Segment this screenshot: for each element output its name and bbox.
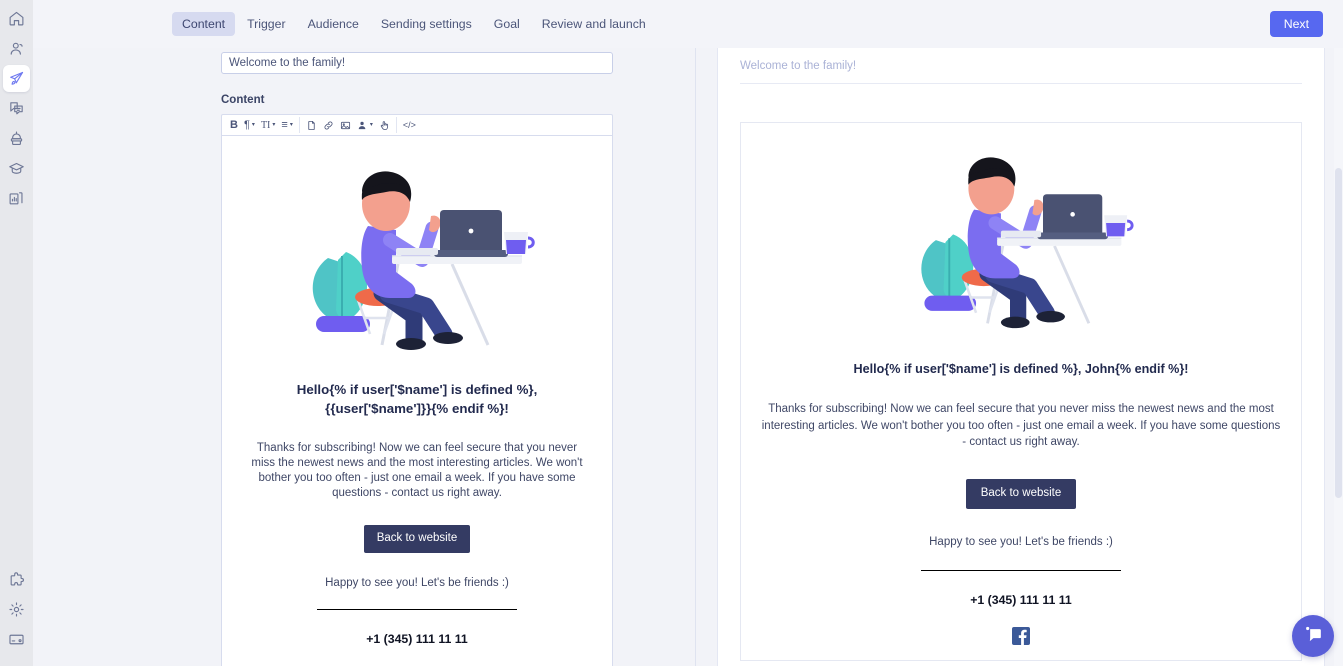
sidebar-item-home[interactable] xyxy=(3,5,30,32)
toolbar-divider-1 xyxy=(298,117,300,133)
tab-sending-settings[interactable]: Sending settings xyxy=(371,12,482,37)
app-root: Content Trigger Audience Sending setting… xyxy=(0,0,1343,666)
email-content-canvas[interactable]: Hello{% if user['$name'] is defined %}, … xyxy=(221,136,613,666)
preview-heading: Hello{% if user['$name'] is defined %}, … xyxy=(853,362,1189,376)
insert-template-button[interactable] xyxy=(303,116,320,134)
merge-tag-menu[interactable]: ▾ xyxy=(354,116,376,134)
home-icon xyxy=(8,10,25,27)
person-working-at-desk-illustration xyxy=(244,148,590,353)
toolbar-insert-group: ▾ xyxy=(303,116,393,134)
preview-subject-line: Welcome to the family! xyxy=(740,48,1302,84)
tab-audience[interactable]: Audience xyxy=(298,12,369,37)
contacts-icon xyxy=(8,40,25,57)
tab-goal[interactable]: Goal xyxy=(484,12,530,37)
email-cta-button[interactable]: Back to website xyxy=(363,525,471,554)
next-button[interactable]: Next xyxy=(1269,10,1323,38)
person-working-at-desk-illustration xyxy=(761,135,1281,331)
email-phone: +1 (345) 111 11 11 xyxy=(366,632,468,647)
campaigns-icon xyxy=(8,70,25,87)
tab-review-and-launch[interactable]: Review and launch xyxy=(532,12,656,37)
sidebar-item-chats[interactable] xyxy=(3,95,30,122)
top-bar: Content Trigger Audience Sending setting… xyxy=(33,0,1343,48)
sidebar-item-billing[interactable] xyxy=(3,626,30,653)
email-signature: Happy to see you! Let's be friends :) xyxy=(325,577,509,590)
insert-button-button[interactable] xyxy=(376,116,393,134)
email-body-text: Thanks for subscribing! Now we can feel … xyxy=(251,441,583,500)
sidebar-item-integrations[interactable] xyxy=(3,566,30,593)
rich-text-toolbar: B ¶ ▾ TI ▾ ≡ ▾ ▾ </> xyxy=(221,114,613,136)
sidebar-item-popups[interactable] xyxy=(3,125,30,152)
paragraph-format-menu[interactable]: ¶ ▾ xyxy=(241,116,258,134)
preview-divider xyxy=(921,569,1121,571)
left-icon-rail xyxy=(0,0,33,666)
tab-content[interactable]: Content xyxy=(172,11,236,37)
preview-cta-button: Back to website xyxy=(965,478,1077,509)
sidebar-item-education[interactable] xyxy=(3,155,30,182)
editor-preview-split: Content B ¶▾ TI▾ ≡▾ xyxy=(33,48,1343,666)
chats-icon xyxy=(8,100,25,117)
wizard-tabs: Content Trigger Audience Sending setting… xyxy=(172,11,656,37)
facebook-icon xyxy=(1012,626,1030,645)
align-menu[interactable]: ≡ ▾ xyxy=(278,116,295,134)
reports-icon xyxy=(8,190,25,207)
sidebar-item-campaigns[interactable] xyxy=(3,64,30,92)
email-divider xyxy=(317,609,517,611)
text-style-menu[interactable]: TI ▾ xyxy=(258,116,278,134)
tab-trigger[interactable]: Trigger xyxy=(237,12,296,37)
chat-bubble-icon xyxy=(1303,624,1323,649)
rail-bottom-group xyxy=(3,564,30,666)
subject-input[interactable] xyxy=(221,52,613,74)
popups-icon xyxy=(8,130,25,147)
chat-widget-button[interactable] xyxy=(1292,615,1334,657)
content-area: Content Trigger Audience Sending setting… xyxy=(33,0,1343,666)
insert-image-button[interactable] xyxy=(337,116,354,134)
bold-button[interactable]: B xyxy=(222,116,241,134)
settings-icon xyxy=(8,601,25,618)
rail-top-group xyxy=(3,0,30,213)
preview-sheet: Welcome to the family! Hello{% if user['… xyxy=(717,48,1325,666)
preview-body-text: Thanks for subscribing! Now we can feel … xyxy=(761,402,1281,449)
preview-email-card: Hello{% if user['$name'] is defined %}, … xyxy=(740,122,1302,661)
sidebar-item-reports[interactable] xyxy=(3,185,30,212)
toolbar-format-group: B ¶ ▾ TI ▾ ≡ ▾ xyxy=(222,116,296,134)
education-icon xyxy=(8,160,25,177)
email-editor-panel: Content B ¶▾ TI▾ ≡▾ xyxy=(33,48,695,666)
sidebar-item-contacts[interactable] xyxy=(3,35,30,62)
content-section-label: Content xyxy=(221,94,265,106)
billing-icon xyxy=(8,631,25,648)
toolbar-divider-2 xyxy=(395,117,397,133)
insert-link-button[interactable] xyxy=(320,116,337,134)
preview-scrollbar-thumb[interactable] xyxy=(1335,168,1342,498)
integrations-icon xyxy=(8,571,25,588)
preview-phone: +1 (345) 111 11 11 xyxy=(970,592,1072,607)
preview-signature: Happy to see you! Let's be friends :) xyxy=(929,535,1113,548)
preview-scrollbar-track[interactable] xyxy=(1334,48,1343,666)
email-preview-panel: Welcome to the family! Hello{% if user['… xyxy=(695,48,1343,666)
sidebar-item-settings[interactable] xyxy=(3,596,30,623)
email-heading: Hello{% if user['$name'] is defined %}, … xyxy=(296,382,538,416)
source-code-button[interactable]: </> xyxy=(400,116,419,134)
